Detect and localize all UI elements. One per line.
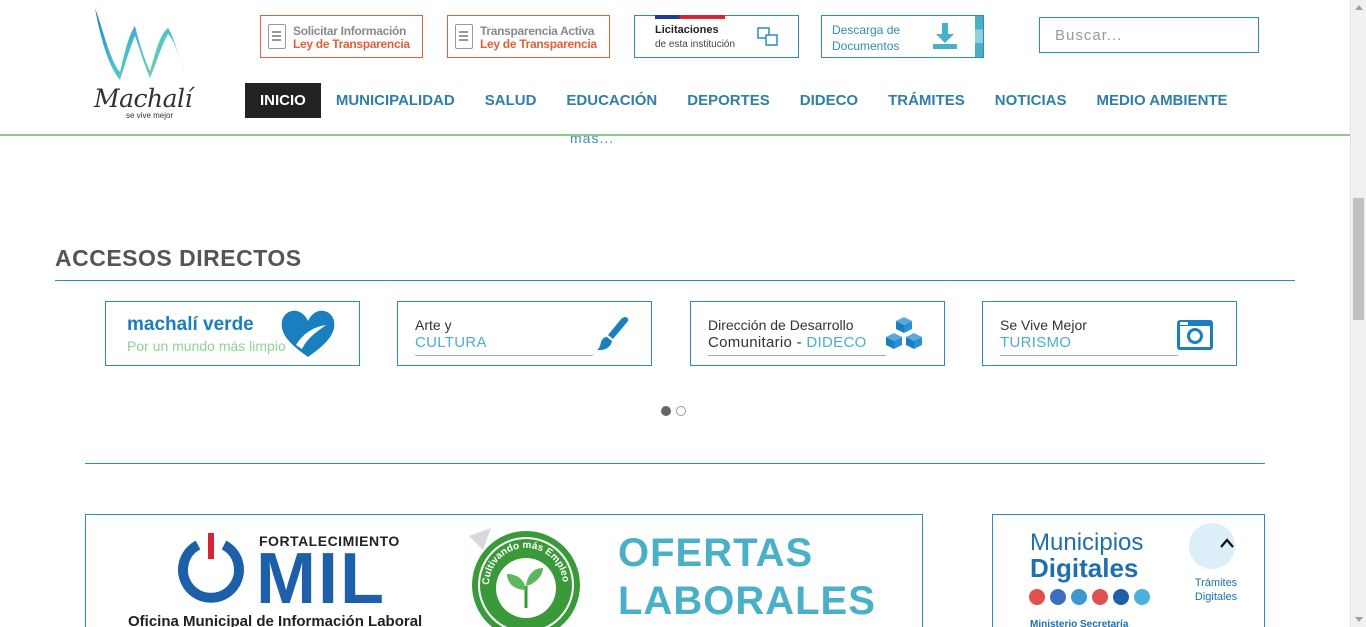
descarga-accent-strip <box>975 16 983 57</box>
card-title: machalí verde <box>127 314 254 335</box>
card-line1: Se Vive Mejor <box>1000 317 1087 333</box>
carousel-dots <box>661 406 686 416</box>
omil-oficina: Oficina Municipal de Información Laboral <box>128 613 423 627</box>
ofertas-word: OFERTAS <box>618 531 814 575</box>
carousel-dot-1[interactable] <box>661 406 671 416</box>
solicitar-line2: Ley de Transparencia <box>293 37 410 51</box>
transparencia-line1: Transparencia Activa <box>480 24 595 38</box>
tramites-word: Trámites <box>1194 577 1238 589</box>
card-dideco[interactable]: Dirección de Desarrollo Comunitario - DI… <box>690 301 945 366</box>
omil-banner[interactable]: FORTALECIMIENTO MIL Oficina Municipal de… <box>85 514 923 627</box>
nav-item-municipalidad[interactable]: MUNICIPALIDAD <box>321 83 470 118</box>
search-input[interactable] <box>1039 17 1259 53</box>
scroll-up-arrow-icon[interactable] <box>1355 5 1363 10</box>
tag-icon <box>1134 589 1150 605</box>
transparencia-line2: Ley de Transparencia <box>480 37 597 51</box>
nav-item-inicio[interactable]: INICIO <box>245 83 321 118</box>
windows-icon <box>757 27 778 46</box>
id-card-icon <box>1071 589 1087 605</box>
solicitar-informacion-button[interactable]: Solicitar Información Ley de Transparenc… <box>260 15 423 58</box>
main-nav: INICIO MUNICIPALIDAD SALUD EDUCACIÓN DEP… <box>245 83 1243 118</box>
card-line1: Dirección de Desarrollo <box>708 317 854 333</box>
boxes-icon <box>886 317 922 349</box>
nav-item-salud[interactable]: SALUD <box>470 83 552 118</box>
paintbrush-icon <box>597 317 629 351</box>
descarga-documentos-button[interactable]: Descarga de Documentos <box>821 15 984 58</box>
accesos-directos-heading: ACCESOS DIRECTOS <box>55 245 302 271</box>
card-underline <box>415 355 593 356</box>
ministerio-label: Ministerio Secretaría <box>1030 619 1129 627</box>
card-turismo[interactable]: Se Vive Mejor TURISMO <box>982 301 1237 366</box>
car-icon <box>1092 589 1108 605</box>
laborales-word: LABORALES <box>618 579 876 623</box>
card-subtitle: Por un mundo más limpio <box>127 338 286 354</box>
logo-tagline: se vive mejor <box>126 111 174 120</box>
people-icon <box>1050 589 1066 605</box>
card-arte-cultura[interactable]: Arte y CULTURA <box>397 301 652 366</box>
download-icon <box>933 23 957 49</box>
logo-wordmark: Machalí <box>94 84 193 113</box>
descarga-line1: Descarga de <box>832 23 901 37</box>
card-line2: CULTURA <box>415 334 487 351</box>
logo-wave-icon <box>95 8 186 80</box>
vertical-scrollbar[interactable] <box>1350 0 1366 627</box>
card-line2-prefix: Comunitario - <box>708 334 807 351</box>
document-icon <box>268 24 286 49</box>
digitales-word: Digitales <box>1194 591 1238 603</box>
card-underline <box>1000 355 1178 356</box>
scroll-down-arrow-icon[interactable] <box>1355 617 1363 622</box>
scroll-thumb[interactable] <box>1353 198 1364 320</box>
tramites-digitales-label: Trámites Digitales <box>1193 576 1239 604</box>
nav-item-educacion[interactable]: EDUCACIÓN <box>551 83 672 118</box>
licitaciones-line1: Licitaciones <box>655 24 719 36</box>
solicitar-line1: Solicitar Información <box>293 24 407 38</box>
card-line2-accent: DIDECO <box>806 334 867 351</box>
omil-mil: MIL <box>256 539 386 619</box>
card-underline <box>708 355 886 356</box>
card-machali-verde[interactable]: machalí verde Por un mundo más limpio <box>105 301 360 366</box>
site-header: Machalí se vive mejor Solicitar Informac… <box>0 0 1350 136</box>
nav-item-tramites[interactable]: TRÁMITES <box>873 83 980 118</box>
digitales-title: Digitales <box>1030 553 1139 583</box>
transparencia-activa-button[interactable]: Transparencia Activa Ley de Transparenci… <box>447 15 610 58</box>
nav-item-deportes[interactable]: DEPORTES <box>672 83 785 118</box>
heart-icon <box>281 310 335 357</box>
nav-item-noticias[interactable]: NOTICIAS <box>980 83 1082 118</box>
document-list-icon <box>455 24 473 49</box>
card-line1: Arte y <box>415 317 452 333</box>
camera-icon <box>1177 320 1213 350</box>
chile-flag-stripe <box>655 15 725 19</box>
content-divider <box>85 463 1265 464</box>
moon-icon <box>1113 589 1129 605</box>
nav-item-dideco[interactable]: DIDECO <box>785 83 873 118</box>
licitaciones-button[interactable]: Licitaciones de esta institución <box>634 15 799 58</box>
bus-icon <box>1029 589 1045 605</box>
card-line2: Comunitario - DIDECO <box>708 334 867 351</box>
ofertas-laborales-title: OFERTAS LABORALES <box>618 529 876 625</box>
omil-power-icon <box>178 533 244 603</box>
machali-logo[interactable]: Machalí se vive mejor <box>90 6 193 121</box>
section-divider <box>55 280 1295 281</box>
carousel-dot-2[interactable] <box>676 406 686 416</box>
nav-item-medio-ambiente[interactable]: MEDIO AMBIENTE <box>1081 83 1242 118</box>
service-icons <box>1029 589 1150 605</box>
cultivando-empleo-seal-icon: Cultivando más Empleo <box>469 528 580 627</box>
municipios-digitales-banner[interactable]: Municipios Digitales Trámites Digitales … <box>992 514 1265 627</box>
licitaciones-line2: de esta institución <box>655 39 736 50</box>
card-line2: TURISMO <box>1000 334 1072 351</box>
chevron-up-icon[interactable] <box>1216 532 1238 554</box>
descarga-line2: Documentos <box>832 39 900 53</box>
